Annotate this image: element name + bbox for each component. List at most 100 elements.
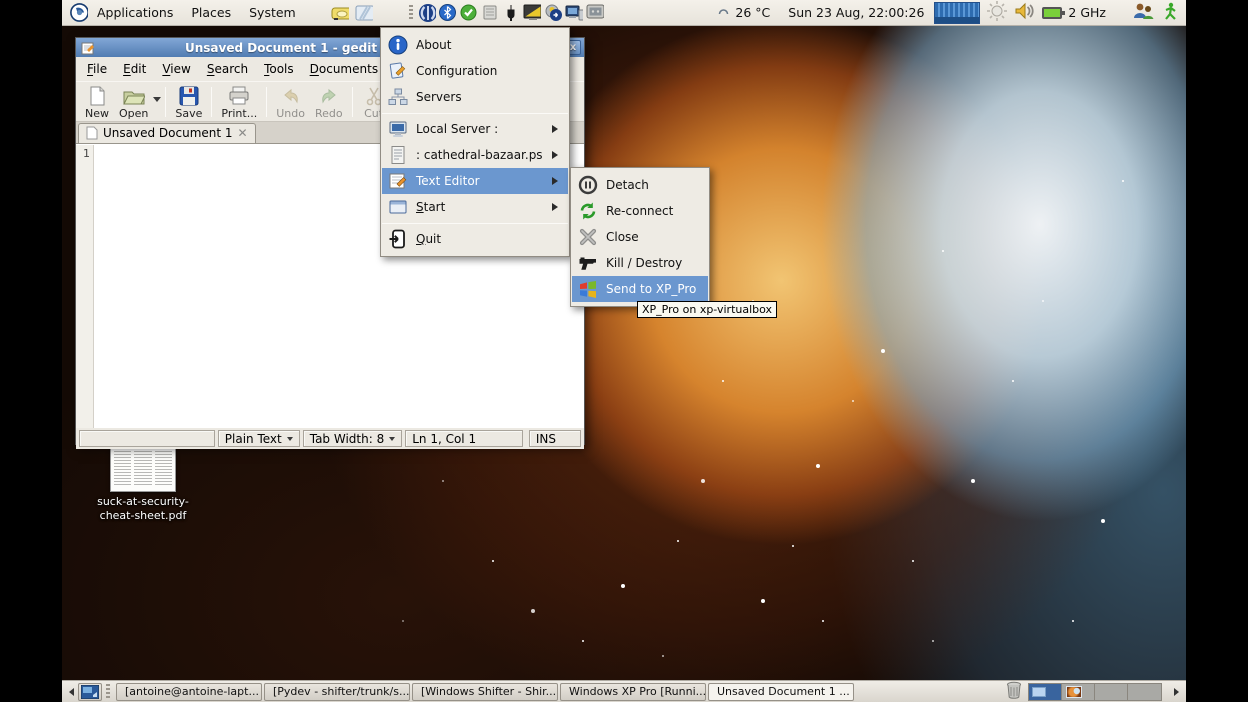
- task-gedit[interactable]: Unsaved Document 1 ...: [708, 683, 854, 701]
- submenu-arrow-icon: [552, 151, 562, 159]
- gun-icon: [577, 253, 599, 273]
- applications-menu[interactable]: Applications: [88, 1, 182, 24]
- tooltip: XP_Pro on xp-virtualbox: [637, 301, 777, 318]
- chevron-down-icon: [389, 437, 395, 444]
- save-button[interactable]: Save: [170, 85, 207, 121]
- workspace-4[interactable]: [1128, 684, 1161, 700]
- menu-edit[interactable]: Edit: [115, 59, 154, 79]
- insert-mode-indicator: INS: [529, 430, 581, 447]
- menu-file[interactable]: File: [79, 59, 115, 79]
- brightness-icon[interactable]: [986, 0, 1008, 25]
- submenu-item-detach[interactable]: Detach: [572, 172, 708, 198]
- package-icon[interactable]: [481, 4, 499, 22]
- language-selector[interactable]: Plain Text: [218, 430, 300, 447]
- screen-tray-icon[interactable]: [586, 4, 604, 22]
- connector-icon[interactable]: [502, 4, 520, 22]
- workspace-1[interactable]: [1029, 684, 1062, 700]
- desktop-icon-pdf[interactable]: suck-at-security-cheat-sheet.pdf: [92, 446, 194, 523]
- menu-item-servers[interactable]: Servers: [382, 84, 568, 110]
- menu-view[interactable]: View: [154, 59, 198, 79]
- submenu-arrow-icon: [552, 203, 562, 211]
- clock-label[interactable]: Sun 23 Aug, 22:00:26: [788, 5, 924, 20]
- screenshot-launcher-icon[interactable]: [331, 4, 349, 22]
- battery-icon[interactable]: [1042, 7, 1062, 19]
- system-monitor-applet[interactable]: [934, 2, 980, 24]
- task-windows-shifter[interactable]: [Windows Shifter - Shir...: [412, 683, 558, 701]
- pause-icon: [577, 175, 599, 195]
- workspace-switcher: [1028, 683, 1162, 701]
- network-icon: [387, 87, 409, 107]
- pdf-thumbnail-icon: [110, 446, 176, 492]
- desktop-icon-label: suck-at-security-cheat-sheet.pdf: [92, 495, 194, 523]
- chevron-down-icon: [287, 437, 293, 444]
- text-editor-icon: [387, 171, 409, 191]
- menu-item-cathedral-bazaar[interactable]: : cathedral-bazaar.ps: [382, 142, 568, 168]
- task-windows-xp[interactable]: Windows XP Pro [Runni...: [560, 683, 706, 701]
- submenu-arrow-icon: [552, 177, 562, 185]
- tray-handle[interactable]: [409, 5, 413, 21]
- system-menu[interactable]: System: [240, 1, 305, 24]
- menu-search[interactable]: Search: [199, 59, 256, 79]
- menu-item-quit[interactable]: Quit: [382, 226, 568, 252]
- menu-item-about[interactable]: About: [382, 32, 568, 58]
- volume-icon[interactable]: [1014, 1, 1036, 24]
- distro-logo-icon[interactable]: [70, 4, 88, 22]
- workspace-2[interactable]: [1062, 684, 1095, 700]
- window-launcher-icon[interactable]: [355, 4, 373, 22]
- open-dropdown-arrow[interactable]: [153, 97, 161, 106]
- menu-item-local-server[interactable]: Local Server :: [382, 116, 568, 142]
- document-icon: [387, 145, 409, 165]
- bluetooth-icon[interactable]: [439, 4, 457, 22]
- run-indicator-icon[interactable]: [1162, 2, 1178, 23]
- text-editor-submenu: Detach Re-connect Close Kill / Destroy S…: [570, 167, 710, 307]
- screen: suck-at-security-cheat-sheet.pdf Unsaved…: [62, 0, 1186, 702]
- print-button[interactable]: Print...: [216, 85, 262, 121]
- refresh-icon: [577, 201, 599, 221]
- document-icon: [86, 126, 98, 140]
- taskbar: [antoine@antoine-lapt... [Pydev - shifte…: [62, 680, 1186, 702]
- shifter-send-icon[interactable]: [544, 4, 562, 22]
- menu-item-start[interactable]: Start: [382, 194, 568, 220]
- shifter-applet-icon[interactable]: [418, 4, 436, 22]
- menu-documents[interactable]: Documents: [302, 59, 386, 79]
- temperature-label[interactable]: 26 °C: [735, 5, 770, 20]
- close-x-icon: [577, 227, 599, 247]
- menu-item-text-editor[interactable]: Text Editor: [382, 168, 568, 194]
- submenu-arrow-icon: [552, 125, 562, 133]
- open-button[interactable]: Open: [114, 85, 153, 121]
- window-icon: [387, 197, 409, 217]
- new-button[interactable]: New: [80, 85, 114, 121]
- submenu-item-send-to-xp-pro[interactable]: Send to XP_Pro: [572, 276, 708, 302]
- desktop-root: suck-at-security-cheat-sheet.pdf Unsaved…: [0, 0, 1248, 702]
- weather-icon[interactable]: [718, 5, 729, 20]
- submenu-item-kill[interactable]: Kill / Destroy: [572, 250, 708, 276]
- shifter-applet-menu: About Configuration Servers Local Server…: [380, 27, 570, 257]
- undo-button: Undo: [271, 85, 310, 121]
- submenu-item-reconnect[interactable]: Re-connect: [572, 198, 708, 224]
- computer-icon: [387, 119, 409, 139]
- places-menu[interactable]: Places: [182, 1, 240, 24]
- tasklist-handle[interactable]: [106, 684, 110, 700]
- display-icon[interactable]: [523, 4, 541, 22]
- menu-item-configuration[interactable]: Configuration: [382, 58, 568, 84]
- menu-tools[interactable]: Tools: [256, 59, 302, 79]
- workspace-3[interactable]: [1095, 684, 1128, 700]
- top-panel: Applications Places System: [62, 0, 1186, 26]
- task-pydev[interactable]: [Pydev - shifter/trunk/s...: [264, 683, 410, 701]
- submenu-item-close[interactable]: Close: [572, 224, 708, 250]
- document-tab[interactable]: Unsaved Document 1 ✕: [78, 123, 256, 143]
- computer-tray-icon[interactable]: [565, 4, 583, 22]
- cpu-freq-label[interactable]: 2 GHz: [1068, 5, 1106, 20]
- tab-width-selector[interactable]: Tab Width: 8: [303, 430, 402, 447]
- user-switcher-icon[interactable]: [1132, 1, 1156, 24]
- taskbar-scroll-left[interactable]: [63, 682, 76, 702]
- status-message-area: [79, 430, 215, 447]
- sync-ok-icon[interactable]: [460, 4, 478, 22]
- show-desktop-button[interactable]: [78, 683, 102, 701]
- task-terminal[interactable]: [antoine@antoine-lapt...: [116, 683, 262, 701]
- trash-icon[interactable]: [1006, 681, 1022, 702]
- taskbar-scroll-right[interactable]: [1172, 682, 1185, 702]
- redo-button: Redo: [310, 85, 348, 121]
- configuration-icon: [387, 61, 409, 81]
- tab-close-icon[interactable]: ✕: [238, 126, 248, 140]
